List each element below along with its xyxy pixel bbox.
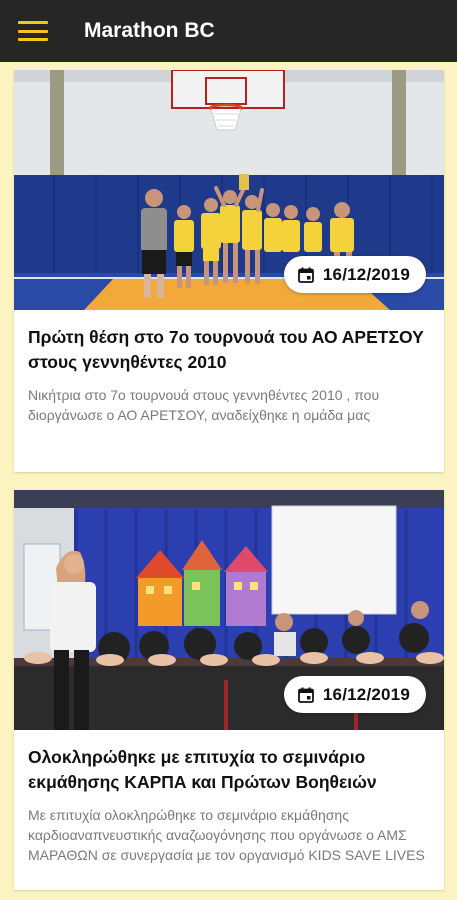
- news-date: 16/12/2019: [322, 264, 410, 284]
- news-card[interactable]: 16/12/2019 Ολοκληρώθηκε με επιτυχία το σ…: [14, 490, 444, 890]
- calendar-icon: [298, 267, 314, 283]
- news-feed[interactable]: 16/12/2019 Πρώτη θέση στο 7ο τουρνουά το…: [0, 62, 457, 900]
- news-card[interactable]: 16/12/2019 Πρώτη θέση στο 7ο τουρνουά το…: [14, 70, 444, 472]
- app-bar: Marathon BC: [0, 0, 457, 62]
- news-title[interactable]: Ολοκληρώθηκε με επιτυχία το σεμινάριο εκ…: [14, 730, 444, 795]
- news-image[interactable]: 16/12/2019: [14, 70, 444, 310]
- news-description: Με επιτυχία ολοκληρώθηκε το σεμινάριο εκ…: [28, 807, 425, 863]
- news-date: 16/12/2019: [322, 684, 410, 704]
- date-badge: 16/12/2019: [283, 676, 426, 713]
- news-title[interactable]: Πρώτη θέση στο 7ο τουρνουά του ΑΟ ΑΡΕΤΣΟ…: [14, 310, 444, 375]
- date-badge: 16/12/2019: [283, 256, 426, 293]
- app-title: Marathon BC: [84, 19, 215, 42]
- news-image[interactable]: 16/12/2019: [14, 490, 444, 730]
- hamburger-menu-icon[interactable]: [18, 18, 52, 44]
- calendar-icon: [298, 687, 314, 703]
- news-description: Νικήτρια στο 7ο τουρνουά στους γεννηθέντ…: [28, 387, 380, 423]
